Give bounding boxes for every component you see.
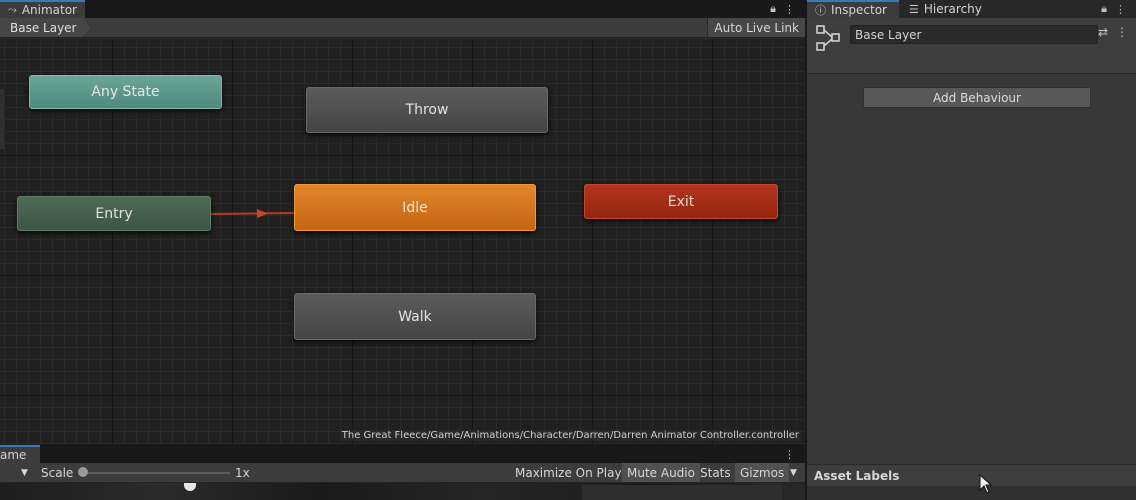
state-throw[interactable]: Throw	[306, 87, 548, 133]
gizmos-dropdown-icon[interactable]: ▼	[785, 463, 805, 482]
lock-icon[interactable]: 🔒︎	[770, 2, 776, 16]
animator-tab-bar: ⤳ Animator 🔒︎ ⋮	[0, 0, 805, 18]
animator-window: ⤳ Animator 🔒︎ ⋮ Base Layer Auto Live Lin…	[0, 0, 805, 444]
tab-game[interactable]: ame	[0, 445, 40, 463]
state-machine-icon	[816, 25, 840, 51]
inspector-window: ⓘ Inspector ☰ Hierarchy 🔒︎ ⋮ Base Layer …	[806, 0, 1136, 500]
kebab-menu-icon[interactable]: ⋮	[1115, 3, 1126, 16]
add-behaviour-button[interactable]: Add Behaviour	[863, 87, 1091, 108]
inspector-header: Base Layer ⇄ ⋮	[807, 18, 1136, 74]
asset-labels-header[interactable]: Asset Labels	[807, 464, 1136, 486]
state-any-state[interactable]: Any State	[29, 75, 222, 109]
kebab-menu-icon[interactable]: ⋮	[1116, 25, 1128, 39]
inspector-tab-bar: ⓘ Inspector ☰ Hierarchy 🔒︎ ⋮	[807, 0, 1136, 18]
game-tab-controls: ⋮	[784, 445, 795, 463]
transition-entry-to-idle[interactable]	[210, 212, 295, 215]
state-walk[interactable]: Walk	[294, 293, 536, 340]
dropdown-arrow-icon: ▼	[21, 467, 28, 478]
tab-inspector[interactable]: ⓘ Inspector	[807, 0, 899, 18]
maximize-on-play-button[interactable]: Maximize On Play	[510, 463, 627, 482]
controller-path: The Great Fleece/Game/Animations/Charact…	[339, 430, 801, 441]
tab-game-label: ame	[0, 448, 27, 462]
tab-animator[interactable]: ⤳ Animator	[0, 0, 85, 18]
header-controls: ⇄ ⋮	[1098, 25, 1128, 39]
state-idle[interactable]: Idle	[294, 184, 536, 231]
animator-toolbar: Base Layer Auto Live Link	[0, 18, 805, 38]
auto-live-link-button[interactable]: Auto Live Link	[707, 18, 805, 37]
asset-labels-bar	[807, 486, 1136, 500]
game-view[interactable]	[0, 483, 805, 500]
tab-hierarchy[interactable]: ☰ Hierarchy	[901, 0, 990, 18]
gizmos-button[interactable]: Gizmos	[735, 463, 790, 482]
game-tab-bar: ame ⋮	[0, 445, 805, 463]
lock-icon[interactable]: 🔒︎	[1101, 2, 1107, 16]
scale-slider-track[interactable]	[82, 472, 230, 474]
state-machine-graph[interactable]: Any State Throw Entry Idle Exit Walk The…	[0, 39, 805, 444]
state-entry[interactable]: Entry	[17, 196, 211, 231]
layer-name-field[interactable]: Base Layer	[850, 25, 1098, 44]
mouse-cursor-icon	[979, 474, 993, 494]
transition-arrow-icon	[257, 209, 268, 218]
settings-sliders-icon[interactable]: ⇄	[1098, 25, 1108, 39]
mute-audio-button[interactable]: Mute Audio	[622, 463, 700, 482]
breadcrumb-base-layer[interactable]: Base Layer	[0, 18, 91, 37]
list-icon: ☰	[909, 2, 919, 16]
game-window: ame ⋮ ▼ Scale 1x Maximize On Play Mute A…	[0, 445, 805, 500]
scene-panel	[582, 485, 782, 500]
kebab-menu-icon[interactable]: ⋮	[784, 3, 795, 16]
scale-label: Scale	[41, 465, 74, 480]
tab-inspector-label: Inspector	[831, 3, 887, 17]
state-exit[interactable]: Exit	[584, 184, 778, 219]
scale-value: 1x	[235, 465, 250, 480]
game-toolbar: ▼ Scale 1x Maximize On Play Mute Audio S…	[0, 463, 805, 483]
display-dropdown[interactable]: ▼	[0, 463, 34, 482]
animator-tab-controls: 🔒︎ ⋮	[770, 0, 795, 18]
scale-slider-thumb[interactable]	[78, 467, 88, 477]
kebab-menu-icon[interactable]: ⋮	[784, 448, 795, 461]
stats-button[interactable]: Stats	[695, 463, 736, 482]
tab-hierarchy-label: Hierarchy	[923, 2, 982, 16]
animator-icon: ⤳	[8, 3, 17, 16]
tab-animator-label: Animator	[21, 3, 77, 17]
info-icon: ⓘ	[815, 4, 826, 17]
inspector-tab-controls: 🔒︎ ⋮	[1101, 0, 1126, 18]
